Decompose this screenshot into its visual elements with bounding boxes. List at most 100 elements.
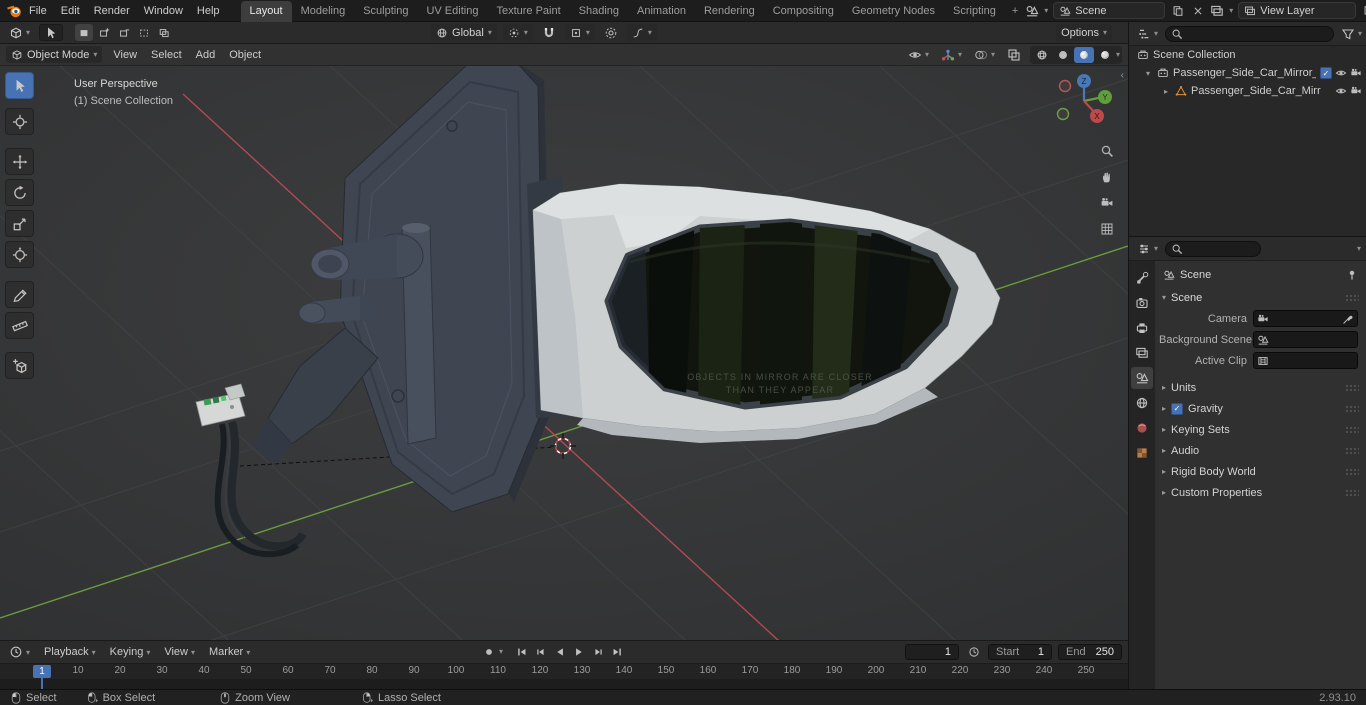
tool-select-box[interactable] [5, 72, 34, 99]
properties-editor-type-button[interactable] [1134, 240, 1161, 257]
gizmo-negative-x-ball[interactable] [1060, 81, 1071, 92]
3d-scene[interactable]: OBJECTS IN MIRROR ARE CLOSER THAN THEY A… [0, 66, 1128, 640]
timeline-menu-item[interactable]: Playback [37, 643, 103, 661]
viewport-menu-item[interactable]: Add [189, 46, 223, 64]
jump-to-end-button[interactable] [608, 643, 625, 660]
auto-keying-chevron-icon[interactable] [499, 646, 503, 657]
active-clip-field[interactable] [1253, 352, 1358, 369]
collection-checkbox[interactable] [1320, 67, 1332, 79]
current-frame-field[interactable]: 1 [905, 644, 959, 660]
gizmo-negative-y-ball[interactable] [1058, 109, 1069, 120]
properties-tab-output[interactable] [1131, 317, 1153, 339]
hide-eye-icon[interactable] [1335, 85, 1347, 97]
unlink-scene-button[interactable] [1190, 3, 1205, 18]
play-button[interactable] [570, 643, 587, 660]
timeline-editor-type-button[interactable] [6, 644, 33, 661]
outliner-search-input[interactable] [1186, 28, 1328, 40]
transform-orientation-dropdown[interactable]: Global [431, 24, 497, 41]
outliner-row-mirror-collection[interactable]: Passenger_Side_Car_Mirror_S [1129, 64, 1366, 82]
tool-transform[interactable] [5, 241, 34, 268]
tool-add-cube[interactable] [5, 352, 34, 379]
properties-search[interactable] [1165, 241, 1261, 257]
proportional-falloff-dropdown[interactable] [627, 24, 657, 41]
shading-solid-button[interactable] [1053, 47, 1073, 63]
play-reverse-button[interactable] [551, 643, 568, 660]
viewport-menu-item[interactable]: Object [222, 46, 268, 64]
properties-section-header[interactable]: Rigid Body World [1155, 461, 1366, 482]
tool-cursor[interactable] [5, 108, 34, 135]
viewport-canvas[interactable]: OBJECTS IN MIRROR ARE CLOSER THAN THEY A… [0, 66, 1128, 640]
select-mode-extend[interactable] [95, 24, 113, 41]
outliner-row-mirror-object[interactable]: Passenger_Side_Car_Mirr [1129, 82, 1366, 100]
view-layer-browse-icon[interactable] [1210, 4, 1224, 18]
outliner-editor-type-button[interactable] [1134, 25, 1161, 42]
zoom-view-button[interactable] [1096, 140, 1118, 162]
tool-rotate[interactable] [5, 179, 34, 206]
scene-section-header[interactable]: Scene [1155, 287, 1366, 308]
pan-view-button[interactable] [1096, 166, 1118, 188]
menu-item[interactable]: File [22, 2, 54, 20]
disable-render-icon[interactable] [1350, 85, 1362, 97]
select-mode-new[interactable] [75, 24, 93, 41]
active-tool-button[interactable] [39, 24, 63, 41]
tool-move[interactable] [5, 148, 34, 175]
timeline-menu-item[interactable]: Keying [103, 643, 158, 661]
properties-tab-render[interactable] [1131, 292, 1153, 314]
tool-measure[interactable] [5, 312, 34, 339]
view-layer-selector[interactable]: View Layer [1238, 2, 1356, 19]
properties-section-header[interactable]: Custom Properties [1155, 482, 1366, 503]
navigation-gizmo[interactable]: Z Y X [1052, 69, 1116, 133]
next-keyframe-button[interactable] [589, 643, 606, 660]
new-scene-button[interactable] [1170, 3, 1185, 18]
timeline-menu-item[interactable]: View [157, 643, 202, 661]
tool-annotate[interactable] [5, 281, 34, 308]
viewport-menu-item[interactable]: View [106, 46, 144, 64]
use-preview-range-button[interactable] [965, 644, 982, 661]
mode-dropdown[interactable]: Object Mode [6, 46, 102, 63]
menu-item[interactable]: Help [190, 2, 227, 20]
grip-handle[interactable] [1345, 489, 1359, 497]
pin-icon[interactable] [1346, 269, 1358, 281]
properties-section-header[interactable]: Audio [1155, 440, 1366, 461]
timeline-menu-item[interactable]: Marker [202, 643, 257, 661]
overlays-dropdown[interactable] [971, 46, 998, 63]
workspace-tab[interactable]: Rendering [695, 1, 764, 22]
jump-to-start-button[interactable] [513, 643, 530, 660]
grip-handle[interactable] [1345, 447, 1359, 455]
snap-to-dropdown[interactable] [565, 24, 595, 41]
editor-type-button[interactable] [6, 24, 33, 41]
show-gizmo-dropdown[interactable] [938, 46, 965, 63]
tool-scale[interactable] [5, 210, 34, 237]
properties-tab-view-layer[interactable] [1131, 342, 1153, 364]
hide-eye-icon[interactable] [1335, 67, 1347, 79]
outliner-filter-button[interactable] [1338, 25, 1365, 42]
grip-handle[interactable] [1345, 384, 1359, 392]
scene-selector[interactable]: Scene [1053, 2, 1165, 19]
select-mode-invert[interactable] [135, 24, 153, 41]
view-layer-chevron-icon[interactable] [1229, 5, 1233, 16]
properties-tab-texture[interactable] [1131, 442, 1153, 464]
workspace-tab[interactable]: Animation [628, 1, 695, 22]
shading-wireframe-button[interactable] [1032, 47, 1052, 63]
frame-end-field[interactable]: End250 [1058, 644, 1122, 660]
disclosure-open-icon[interactable] [1143, 67, 1153, 79]
properties-section-header[interactable]: Gravity [1155, 398, 1366, 419]
sidebar-toggle-icon[interactable]: ‹ [1119, 68, 1126, 83]
add-workspace-button[interactable]: + [1005, 2, 1025, 20]
properties-tab-tool[interactable] [1131, 267, 1153, 289]
grip-handle[interactable] [1345, 294, 1359, 302]
disable-render-icon[interactable] [1350, 67, 1362, 79]
menu-item[interactable]: Render [87, 2, 137, 20]
grip-handle[interactable] [1345, 468, 1359, 476]
camera-view-button[interactable] [1096, 192, 1118, 214]
previous-keyframe-button[interactable] [532, 643, 549, 660]
xray-toggle[interactable] [1004, 46, 1024, 63]
pivot-point-dropdown[interactable] [503, 24, 533, 41]
properties-search-input[interactable] [1186, 243, 1255, 255]
gravity-checkbox[interactable] [1171, 403, 1183, 415]
menu-item[interactable]: Edit [54, 2, 87, 20]
outliner-row-scene-collection[interactable]: Scene Collection [1129, 46, 1366, 64]
workspace-tab[interactable]: Texture Paint [487, 1, 569, 22]
workspace-tab[interactable]: Scripting [944, 1, 1005, 22]
select-mode-intersect[interactable] [155, 24, 173, 41]
